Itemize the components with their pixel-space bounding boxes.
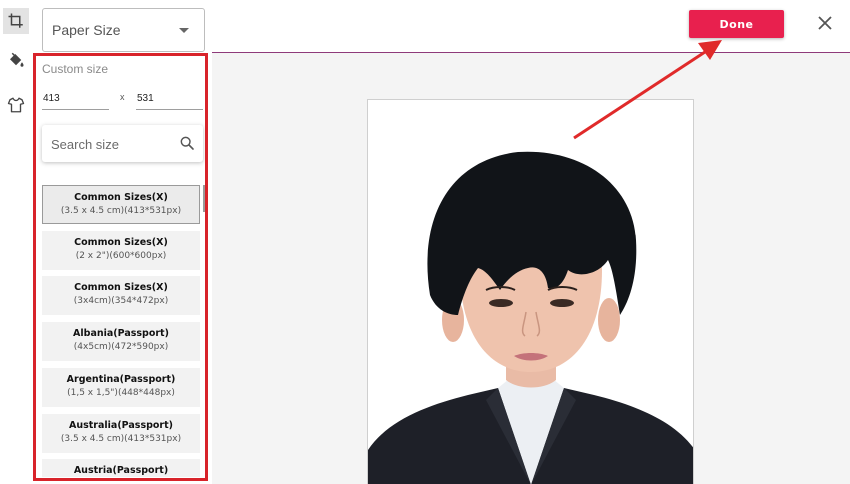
- done-button[interactable]: Done: [689, 10, 784, 38]
- paper-size-dropdown[interactable]: Paper Size: [42, 8, 205, 52]
- portrait-image: [368, 100, 693, 484]
- list-scrollbar[interactable]: [203, 185, 206, 212]
- size-list-item[interactable]: Austria(Passport)(3.5 x 4.5 cm)(413*531p…: [42, 459, 200, 477]
- size-item-dimensions: (3.5 x 4.5 cm)(413*531px): [60, 433, 182, 444]
- size-item-name: Australia(Passport): [69, 419, 173, 431]
- crop-tool-button[interactable]: [3, 8, 29, 34]
- custom-height-input[interactable]: [136, 88, 203, 110]
- size-item-dimensions: (1,5 x 1,5")(448*448px): [67, 387, 175, 398]
- tshirt-icon: [7, 97, 25, 113]
- size-item-dimensions: (2 x 2")(600*600px): [75, 250, 167, 261]
- size-item-dimensions: (3x4cm)(354*472px): [73, 296, 169, 307]
- clothes-tool-button[interactable]: [3, 92, 29, 118]
- custom-size-label: Custom size: [42, 62, 109, 76]
- size-item-dimensions: (3.5 x 4.5 cm)(413*531px): [60, 206, 182, 216]
- paint-bucket-icon: [10, 52, 24, 67]
- tool-rail: [0, 0, 33, 484]
- photo-preview: [367, 99, 694, 484]
- size-item-name: Argentina(Passport): [66, 373, 176, 385]
- paper-size-label: Paper Size: [52, 22, 121, 38]
- size-list-item[interactable]: Australia(Passport) (3.5 x 4.5 cm)(413*53…: [42, 413, 200, 453]
- size-list[interactable]: Austria(Passport) (3.5 x 4.5 cm)(413*531p…: [42, 185, 206, 477]
- size-item-name: Austria(Passport): [73, 465, 169, 477]
- search-size-box[interactable]: [42, 125, 203, 162]
- paper-size-panel: Custom size x Austria(Passport) (3.5 x 4.…: [33, 53, 208, 481]
- size-list-item[interactable]: Albania(Passport) (4x5cm)(472*590px): [42, 322, 200, 362]
- size-list-item[interactable]: Common Sizes(X) (2 x 2")(600*600px): [42, 230, 200, 270]
- custom-width-input[interactable]: [42, 88, 109, 110]
- size-item-dimensions: (4x5cm)(472*590px): [73, 342, 169, 353]
- close-icon[interactable]: [816, 14, 834, 32]
- size-item-name: Common Sizes(X): [74, 282, 168, 294]
- size-item-name: Albania(Passport): [73, 328, 169, 340]
- dimension-separator: x: [120, 92, 125, 102]
- search-size-input[interactable]: [51, 134, 171, 154]
- size-list-item[interactable]: Common Sizes(X) (3.5 x 4.5 cm)(413*531px): [42, 185, 200, 224]
- background-color-tool-button[interactable]: [3, 47, 29, 73]
- search-icon[interactable]: [179, 135, 195, 151]
- size-item-name: Common Sizes(X): [74, 236, 168, 248]
- size-list-item[interactable]: Argentina(Passport) (1,5 x 1,5")(448*448p…: [42, 367, 200, 407]
- chevron-down-icon: [179, 28, 189, 33]
- crop-icon: [8, 13, 23, 28]
- size-list-item[interactable]: Common Sizes(X) (3x4cm)(354*472px): [42, 276, 200, 316]
- size-item-name: Common Sizes(X): [74, 192, 168, 203]
